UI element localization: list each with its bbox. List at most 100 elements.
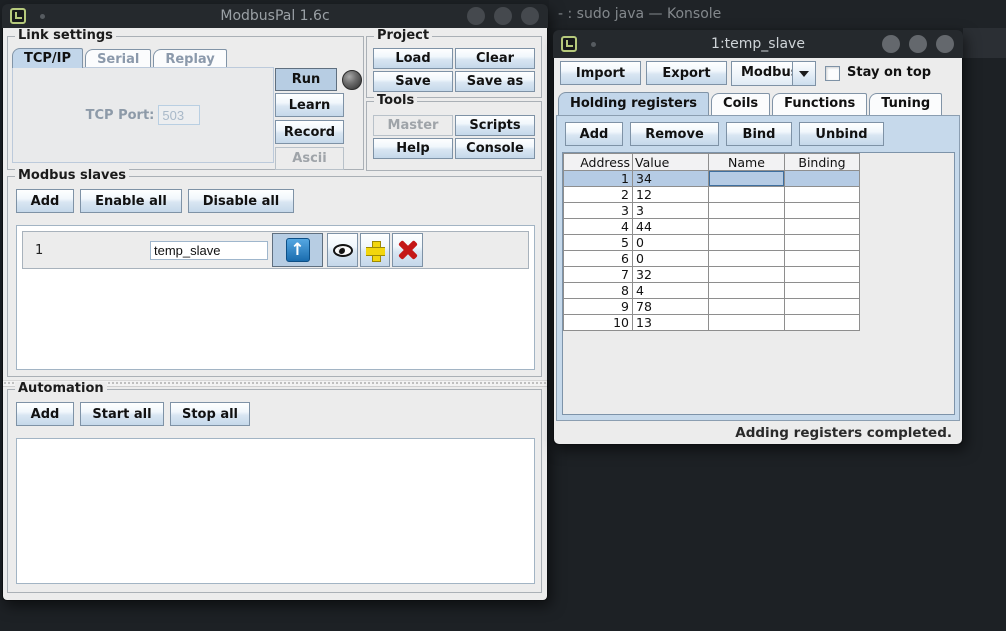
scripts-button[interactable]: Scripts [455,115,535,136]
cell-name[interactable] [709,299,785,315]
help-button[interactable]: Help [373,138,453,159]
cell-binding[interactable] [785,299,860,315]
table-row[interactable]: 33 [564,203,860,219]
table-row[interactable]: 212 [564,187,860,203]
tcp-port-field[interactable] [158,105,200,125]
cell-address[interactable]: 10 [564,315,633,331]
table-row[interactable]: 84 [564,283,860,299]
tab-functions[interactable]: Functions [772,93,867,115]
column-header-address[interactable]: Address [564,154,633,171]
run-toggle-button[interactable]: Run [275,68,337,91]
stop-all-button[interactable]: Stop all [170,402,250,426]
cell-binding[interactable] [785,187,860,203]
save-button[interactable]: Save [373,71,453,92]
cell-name[interactable] [709,171,785,187]
stay-on-top-checkbox[interactable] [825,66,840,81]
cell-value[interactable]: 13 [633,315,709,331]
console-button[interactable]: Console [455,138,535,159]
tab-coils[interactable]: Coils [711,93,770,115]
unbind-button[interactable]: Unbind [799,122,884,146]
remove-register-button[interactable]: Remove [630,122,719,146]
disable-all-button[interactable]: Disable all [188,189,294,213]
table-row[interactable]: 444 [564,219,860,235]
cell-value[interactable]: 0 [633,235,709,251]
learn-button[interactable]: Learn [275,93,344,117]
minimize-button[interactable] [467,7,485,25]
close-button[interactable] [936,35,954,53]
enable-all-button[interactable]: Enable all [80,189,182,213]
cell-binding[interactable] [785,219,860,235]
column-header-name[interactable]: Name [709,154,785,171]
app-menu-icon[interactable] [10,8,26,24]
cell-address[interactable]: 1 [564,171,633,187]
add-slave-button[interactable]: Add [16,189,74,213]
cell-value[interactable]: 12 [633,187,709,203]
cell-name[interactable] [709,315,785,331]
cell-binding[interactable] [785,171,860,187]
cell-address[interactable]: 6 [564,251,633,267]
clear-button[interactable]: Clear [455,48,535,69]
konsole-titlebar[interactable]: - : sudo java — Konsole [549,0,1006,28]
tab-replay[interactable]: Replay [153,49,226,68]
add-automation-button[interactable]: Add [16,402,74,426]
save-as-button[interactable]: Save as [455,71,535,92]
master-button[interactable]: Master [373,115,453,136]
cell-value[interactable]: 0 [633,251,709,267]
cell-value[interactable]: 44 [633,219,709,235]
cell-value[interactable]: 3 [633,203,709,219]
minimize-button[interactable] [882,35,900,53]
table-row[interactable]: 732 [564,267,860,283]
cell-value[interactable]: 34 [633,171,709,187]
slave-enabled-toggle[interactable]: ↑ [272,233,323,267]
table-row[interactable]: 50 [564,235,860,251]
start-all-button[interactable]: Start all [80,402,164,426]
add-register-button[interactable]: Add [565,122,623,146]
app-menu-icon[interactable] [561,36,577,52]
delete-slave-button[interactable] [392,233,423,267]
cell-address[interactable]: 7 [564,267,633,283]
cell-name[interactable] [709,203,785,219]
cell-name[interactable] [709,187,785,203]
ascii-button[interactable]: Ascii [275,147,344,170]
table-row[interactable]: 1013 [564,315,860,331]
cell-name[interactable] [709,219,785,235]
import-button[interactable]: Import [560,61,641,85]
chevron-down-icon[interactable] [792,62,815,85]
cell-address[interactable]: 9 [564,299,633,315]
cell-value[interactable]: 4 [633,283,709,299]
cell-binding[interactable] [785,235,860,251]
cell-address[interactable]: 8 [564,283,633,299]
cell-name[interactable] [709,283,785,299]
cell-binding[interactable] [785,203,860,219]
cell-binding[interactable] [785,283,860,299]
modbuspal-titlebar[interactable]: ModbusPal 1.6c [2,4,548,28]
column-header-value[interactable]: Value [633,154,709,171]
cell-name[interactable] [709,235,785,251]
cell-binding[interactable] [785,267,860,283]
maximize-button[interactable] [494,7,512,25]
column-header-binding[interactable]: Binding [785,154,860,171]
registers-scrollpane[interactable]: Address Value Name Binding 1342123344450… [562,152,955,415]
table-row[interactable]: 978 [564,299,860,315]
tab-serial[interactable]: Serial [85,49,151,68]
bind-button[interactable]: Bind [726,122,792,146]
cell-value[interactable]: 32 [633,267,709,283]
maximize-button[interactable] [909,35,927,53]
cell-address[interactable]: 2 [564,187,633,203]
tab-tcpip[interactable]: TCP/IP [12,48,83,68]
temp-slave-titlebar[interactable]: 1:temp_slave [553,30,963,58]
cell-name[interactable] [709,251,785,267]
view-slave-button[interactable] [327,233,358,267]
export-button[interactable]: Export [646,61,727,85]
close-button[interactable] [521,7,539,25]
tab-holding-registers[interactable]: Holding registers [558,92,709,115]
table-row[interactable]: 134 [564,171,860,187]
tab-tuning[interactable]: Tuning [869,93,942,115]
cell-address[interactable]: 4 [564,219,633,235]
cell-address[interactable]: 5 [564,235,633,251]
add-functions-button[interactable] [360,233,390,267]
load-button[interactable]: Load [373,48,453,69]
protocol-combobox[interactable]: Modbus [731,61,816,86]
cell-name[interactable] [709,267,785,283]
cell-value[interactable]: 78 [633,299,709,315]
